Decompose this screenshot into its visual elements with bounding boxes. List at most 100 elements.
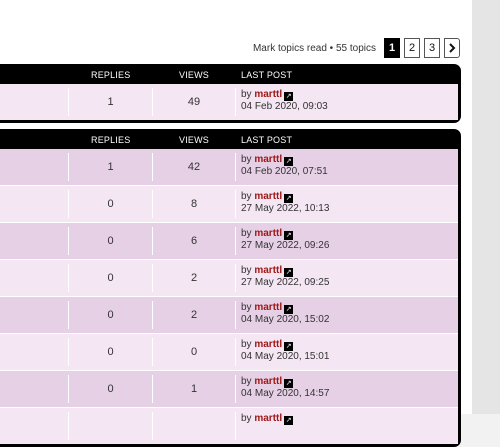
page-button-1[interactable]: 1 bbox=[384, 38, 400, 58]
last-post-info: by marttl ↗ 04 May 2020, 15:01 bbox=[241, 339, 329, 363]
last-post-info: by marttl ↗ 04 Feb 2020, 09:03 bbox=[241, 89, 328, 113]
by-label: by bbox=[241, 302, 252, 313]
column-separator bbox=[235, 338, 236, 366]
topic-row[interactable]: 0 2 by marttl ↗ 04 May 2020, 15:02 bbox=[0, 297, 458, 334]
action-bar: Mark topics read • 55 topics 1 2 3 bbox=[253, 38, 460, 58]
by-label: by bbox=[241, 376, 252, 387]
next-page-button[interactable] bbox=[444, 38, 460, 58]
author-link[interactable]: marttl bbox=[254, 302, 282, 313]
views-count: 2 bbox=[190, 272, 198, 284]
announcement-list: 1 49 by marttl ↗ 04 Feb 2020, 09:03 bbox=[0, 84, 458, 120]
author-link[interactable]: marttl bbox=[254, 154, 282, 165]
column-separator bbox=[235, 190, 236, 218]
last-post-column-header: LAST POST bbox=[241, 135, 293, 145]
go-to-post-icon[interactable]: ↗ bbox=[284, 92, 294, 101]
author-link[interactable]: marttl bbox=[254, 89, 282, 100]
column-separator bbox=[235, 88, 236, 116]
replies-column-header: REPLIES bbox=[91, 70, 131, 80]
post-date: 04 Feb 2020, 09:03 bbox=[241, 101, 328, 112]
column-separator bbox=[235, 375, 236, 403]
last-post-column-header: LAST POST bbox=[241, 70, 293, 80]
topics-block: REPLIES VIEWS LAST POST 1 42 by marttl ↗ 04 … bbox=[0, 129, 461, 447]
views-count: 1 bbox=[190, 383, 198, 395]
topic-list: 1 42 by marttl ↗ 04 Feb 2020, 07:51 0 8 by mart… bbox=[0, 149, 458, 444]
topic-row[interactable]: 0 1 by marttl ↗ 04 May 2020, 14:57 bbox=[0, 371, 458, 408]
views-count: 6 bbox=[190, 235, 198, 247]
views-column-header: VIEWS bbox=[179, 135, 210, 145]
page-button-2[interactable]: 2 bbox=[404, 38, 420, 58]
views-count: 0 bbox=[190, 346, 198, 358]
replies-count: 0 bbox=[107, 198, 114, 210]
go-to-post-icon[interactable]: ↗ bbox=[284, 231, 294, 240]
go-to-post-icon[interactable]: ↗ bbox=[284, 305, 294, 314]
author-link[interactable]: marttl bbox=[254, 228, 282, 239]
topic-row[interactable]: 0 2 by marttl ↗ 27 May 2022, 09:25 bbox=[0, 260, 458, 297]
topic-row[interactable]: 0 6 by marttl ↗ 27 May 2022, 09:26 bbox=[0, 223, 458, 260]
views-count: 8 bbox=[190, 198, 198, 210]
by-label: by bbox=[241, 154, 252, 165]
views-count: 2 bbox=[190, 309, 198, 321]
mark-topics-read-link[interactable]: Mark topics read bbox=[253, 43, 327, 54]
replies-count bbox=[69, 408, 152, 444]
topics-header: REPLIES VIEWS LAST POST bbox=[0, 129, 461, 149]
views-count: 49 bbox=[187, 96, 201, 108]
replies-column-header: REPLIES bbox=[91, 135, 131, 145]
post-date: 04 May 2020, 15:01 bbox=[241, 351, 330, 362]
go-to-post-icon[interactable]: ↗ bbox=[284, 268, 294, 277]
topic-row[interactable]: 1 49 by marttl ↗ 04 Feb 2020, 09:03 bbox=[0, 84, 458, 120]
author-link[interactable]: marttl bbox=[254, 413, 282, 424]
separator-dot: • bbox=[329, 42, 334, 54]
post-date: 27 May 2022, 10:13 bbox=[241, 203, 330, 214]
topic-row[interactable]: 1 42 by marttl ↗ 04 Feb 2020, 07:51 bbox=[0, 149, 458, 186]
last-post-info: by marttl ↗ 27 May 2022, 10:13 bbox=[241, 191, 329, 215]
by-label: by bbox=[241, 265, 252, 276]
author-link[interactable]: marttl bbox=[254, 376, 282, 387]
views-column-header: VIEWS bbox=[179, 70, 210, 80]
page-content: Mark topics read • 55 topics 1 2 3 REPLI… bbox=[0, 0, 472, 447]
post-date: 04 May 2020, 15:02 bbox=[241, 314, 330, 325]
replies-count: 0 bbox=[107, 272, 114, 284]
post-date: 27 May 2022, 09:26 bbox=[241, 240, 330, 251]
last-post-info: by marttl ↗ 04 Feb 2020, 07:51 bbox=[241, 154, 328, 178]
replies-count: 0 bbox=[107, 235, 114, 247]
replies-count: 1 bbox=[107, 161, 114, 173]
go-to-post-icon[interactable]: ↗ bbox=[284, 416, 294, 425]
topic-row[interactable]: by marttl ↗ bbox=[0, 408, 458, 444]
last-post-info: by marttl ↗ 04 May 2020, 14:57 bbox=[241, 376, 329, 400]
column-separator bbox=[235, 412, 236, 440]
replies-count: 0 bbox=[107, 383, 114, 395]
post-date: 27 May 2022, 09:25 bbox=[241, 277, 330, 288]
announcements-header: REPLIES VIEWS LAST POST bbox=[0, 64, 461, 84]
by-label: by bbox=[241, 89, 252, 100]
topic-row[interactable]: 0 8 by marttl ↗ 27 May 2022, 10:13 bbox=[0, 186, 458, 223]
chevron-right-icon bbox=[449, 43, 456, 53]
go-to-post-icon[interactable]: ↗ bbox=[284, 342, 294, 351]
page-button-3[interactable]: 3 bbox=[424, 38, 440, 58]
announcements-block: REPLIES VIEWS LAST POST 1 49 by marttl ↗ 04 … bbox=[0, 64, 461, 123]
last-post-info: by marttl ↗ 27 May 2022, 09:26 bbox=[241, 228, 329, 252]
go-to-post-icon[interactable]: ↗ bbox=[284, 157, 294, 166]
last-post-info: by marttl ↗ bbox=[241, 413, 294, 425]
replies-count: 0 bbox=[107, 309, 114, 321]
by-label: by bbox=[241, 191, 252, 202]
by-label: by bbox=[241, 413, 252, 424]
views-count: 42 bbox=[187, 161, 201, 173]
views-count bbox=[153, 408, 235, 444]
post-date: 04 May 2020, 14:57 bbox=[241, 388, 330, 399]
author-link[interactable]: marttl bbox=[254, 191, 282, 202]
replies-count: 0 bbox=[107, 346, 114, 358]
go-to-post-icon[interactable]: ↗ bbox=[284, 379, 294, 388]
author-link[interactable]: marttl bbox=[254, 265, 282, 276]
column-separator bbox=[235, 227, 236, 255]
by-label: by bbox=[241, 228, 252, 239]
last-post-info: by marttl ↗ 04 May 2020, 15:02 bbox=[241, 302, 329, 326]
author-link[interactable]: marttl bbox=[254, 339, 282, 350]
go-to-post-icon[interactable]: ↗ bbox=[284, 194, 294, 203]
column-separator bbox=[235, 301, 236, 329]
topic-count: 55 topics bbox=[335, 42, 376, 54]
by-label: by bbox=[241, 339, 252, 350]
topic-row[interactable]: 0 0 by marttl ↗ 04 May 2020, 15:01 bbox=[0, 334, 458, 371]
post-date: 04 Feb 2020, 07:51 bbox=[241, 166, 328, 177]
column-separator bbox=[235, 153, 236, 181]
last-post-info: by marttl ↗ 27 May 2022, 09:25 bbox=[241, 265, 329, 289]
